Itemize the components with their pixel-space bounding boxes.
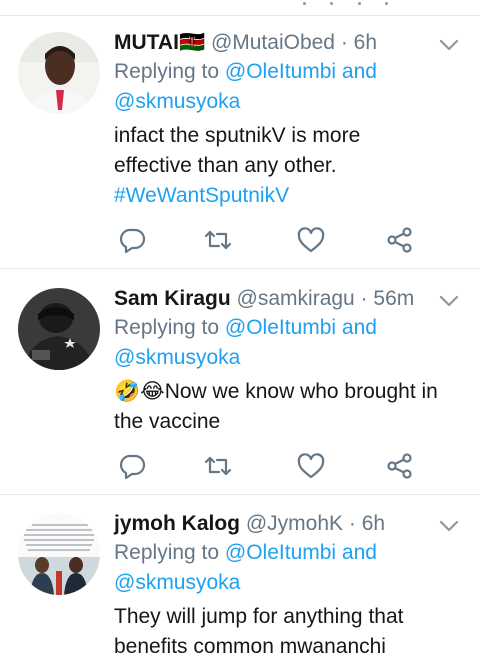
tweet-header: Sam Kiragu @samkiragu · 56m <box>114 286 464 312</box>
display-name[interactable]: MUTAI <box>114 31 179 54</box>
replying-label: Replying to <box>114 541 220 564</box>
tweet-text: infact the sputnikV is more effective th… <box>114 121 464 211</box>
tweet-text-line: infact the sputnikV is more <box>114 124 361 147</box>
user-handle[interactable]: @MutaiObed <box>211 31 335 54</box>
share-icon[interactable] <box>386 226 414 254</box>
tweet-sam-kiragu[interactable]: Sam Kiragu @samkiragu · 56m Replying to … <box>0 269 480 494</box>
tweet-actions <box>114 452 424 480</box>
separator: · <box>340 31 348 54</box>
timestamp[interactable]: 6h <box>362 512 385 535</box>
avatar[interactable] <box>18 32 100 114</box>
chevron-down-icon[interactable] <box>438 294 460 308</box>
share-icon[interactable] <box>386 452 414 480</box>
display-name[interactable]: Sam Kiragu <box>114 287 231 310</box>
avatar[interactable] <box>18 288 100 370</box>
retweet-icon[interactable] <box>204 452 232 480</box>
tweet-text: 🤣😂Now we know who brought in the vaccine <box>114 377 464 437</box>
timestamp[interactable]: 6h <box>354 31 377 54</box>
retweet-icon[interactable] <box>204 226 232 254</box>
replying-to: Replying to @OleItumbi and @skmusyoka <box>114 313 464 373</box>
kenya-flag-icon: 🇰🇪 <box>178 31 206 54</box>
replying-label: Replying to <box>114 316 220 339</box>
replying-label: Replying to <box>114 60 220 83</box>
tweet-text-line: They will jump for anything that <box>114 605 404 628</box>
separator: · <box>360 287 368 310</box>
like-icon[interactable] <box>297 452 325 480</box>
like-icon[interactable] <box>297 226 325 254</box>
tweet-text-line: effective than any other. <box>114 154 337 177</box>
tweet-actions <box>114 226 424 254</box>
chevron-down-icon[interactable] <box>438 519 460 533</box>
hashtag-link[interactable]: #WeWantSputnikV <box>114 181 464 211</box>
reply-icon[interactable] <box>118 452 146 480</box>
avatar[interactable] <box>18 513 100 595</box>
tweet-text: They will jump for anything that benefit… <box>114 602 464 662</box>
reply-icon[interactable] <box>118 226 146 254</box>
tweet-text-line: Now we know who brought in <box>164 380 438 403</box>
tweet-header: jymoh Kalog @JymohK · 6h <box>114 511 464 537</box>
chevron-down-icon[interactable] <box>438 38 460 52</box>
emoji: 🤣😂 <box>114 380 165 403</box>
replying-to: Replying to @OleItumbi and @skmusyoka <box>114 538 464 598</box>
tweet-jymoh-kalog[interactable]: jymoh Kalog @JymohK · 6h Replying to @Ol… <box>0 495 480 671</box>
tweet-text-line: the vaccine <box>114 410 221 433</box>
replying-to: Replying to @OleItumbi and @skmusyoka <box>114 57 464 117</box>
tweet-mutai[interactable]: MUTAI🇰🇪 @MutaiObed · 6h Replying to @Ole… <box>0 16 480 268</box>
tweet-text-line: benefits common mwananchi <box>114 635 386 658</box>
previous-tweet-edge <box>0 0 480 14</box>
user-handle[interactable]: @samkiragu <box>237 287 355 310</box>
tweet-header: MUTAI🇰🇪 @MutaiObed · 6h <box>114 30 464 56</box>
user-handle[interactable]: @JymohK <box>246 512 343 535</box>
timestamp[interactable]: 56m <box>373 287 414 310</box>
display-name[interactable]: jymoh Kalog <box>114 512 240 535</box>
separator: · <box>348 512 356 535</box>
